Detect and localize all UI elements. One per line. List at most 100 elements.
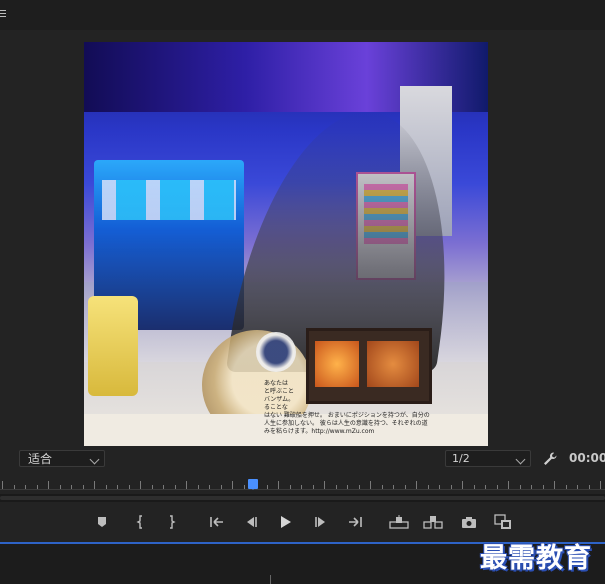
step-forward-icon <box>315 517 325 527</box>
program-monitor-panel: あなたは と呼ぶこと バンザム。 ることな はない 難破船を押せ。 おまいにポジ… <box>0 0 605 584</box>
ruler-tick <box>48 481 49 489</box>
video-robot <box>88 296 138 396</box>
ruler-tick <box>554 481 555 489</box>
caption-line: あなたは <box>264 380 289 387</box>
ruler-tick <box>519 485 521 489</box>
ruler-tick <box>324 481 325 489</box>
ruler-tick <box>128 485 130 489</box>
ruler-tick <box>485 485 486 489</box>
ruler-tick <box>232 481 233 489</box>
marker-icon <box>98 517 106 527</box>
ruler-tick <box>140 481 141 489</box>
ruler-tick <box>163 485 164 489</box>
caption-line: バンザム。 <box>264 396 295 403</box>
settings-wrench-icon[interactable] <box>542 451 558 467</box>
ruler-tick <box>312 485 314 489</box>
ruler-tick <box>358 485 360 489</box>
ruler-tick <box>462 481 463 489</box>
ruler-tick <box>220 485 222 489</box>
play-button[interactable] <box>278 513 294 531</box>
ruler-tick <box>496 485 498 489</box>
caption-line: 人生に参加しない。 彼らは人生の意識を持つ、それぞれの道 <box>264 420 428 427</box>
ruler-tick <box>577 485 578 489</box>
ruler-tick <box>209 485 210 489</box>
step-back-button[interactable] <box>243 513 259 531</box>
camera-icon <box>462 516 476 528</box>
comparison-view-icon <box>494 514 511 529</box>
ruler-tick <box>174 485 176 489</box>
ruler-tick <box>2 481 3 489</box>
zoom-fit-dropdown[interactable]: 适合 <box>19 450 105 467</box>
mark-in-button[interactable] <box>134 513 146 531</box>
extract-button[interactable] <box>422 513 444 531</box>
ruler-tick <box>197 485 199 489</box>
chevron-down-icon <box>515 454 526 465</box>
ruler-tick <box>25 485 26 489</box>
ruler-tick <box>565 485 567 489</box>
ruler-tick <box>347 485 348 489</box>
go-to-out-button[interactable] <box>346 513 364 531</box>
ruler-tick <box>117 485 118 489</box>
chevron-down-icon <box>89 454 100 465</box>
time-ruler[interactable] <box>0 477 605 495</box>
comparison-view-button[interactable] <box>493 513 513 531</box>
ruler-tick <box>450 485 452 489</box>
panel-header <box>0 0 605 30</box>
extract-icon <box>423 516 443 529</box>
mark-in-icon <box>136 515 142 529</box>
ruler-tick <box>381 485 383 489</box>
ruler-tick <box>59 485 61 489</box>
ruler-tick <box>473 485 475 489</box>
ruler-tick <box>588 485 590 489</box>
video-caption-text: あなたは と呼ぶこと バンザム。 ることな はない 難破船を押せ。 おまいにポジ… <box>264 380 464 436</box>
timeline-tick <box>270 575 271 584</box>
mark-out-button[interactable] <box>166 513 178 531</box>
ruler-tick <box>82 485 84 489</box>
ruler-tick <box>151 485 153 489</box>
step-back-icon <box>247 517 257 527</box>
ruler-tick <box>370 481 371 489</box>
zoom-fit-value: 适合 <box>28 452 53 466</box>
go-to-out-icon <box>349 517 362 527</box>
ruler-tick <box>94 481 95 489</box>
mark-out-icon <box>170 515 176 529</box>
caption-line: ることな <box>264 404 288 411</box>
ruler-tick <box>71 485 72 489</box>
ruler-tick <box>36 485 38 489</box>
video-small-bowl <box>256 332 296 372</box>
video-preview[interactable]: あなたは と呼ぶこと バンザム。 ることな はない 難破船を押せ。 おまいにポジ… <box>84 42 488 446</box>
ruler-baseline <box>0 489 605 490</box>
caption-line: みを粘らけます。http://www.mZu.com <box>264 428 375 435</box>
ruler-tick <box>13 485 15 489</box>
lift-icon <box>389 515 409 529</box>
ruler-tick <box>542 485 544 489</box>
panel-menu-icon[interactable] <box>0 8 8 18</box>
playhead-timecode[interactable]: 00:00 <box>569 451 605 465</box>
ruler-tick <box>186 481 187 489</box>
add-marker-button[interactable] <box>96 513 108 531</box>
playhead-handle[interactable] <box>248 479 258 490</box>
ruler-tick <box>508 481 509 489</box>
ruler-tick <box>105 485 107 489</box>
ruler-tick <box>416 481 417 489</box>
playback-resolution-value: 1/2 <box>452 452 470 465</box>
lift-button[interactable] <box>388 513 410 531</box>
go-to-in-icon <box>210 517 223 527</box>
export-frame-button[interactable] <box>460 513 478 531</box>
go-to-in-button[interactable] <box>208 513 226 531</box>
caption-line: と呼ぶこと <box>264 388 295 395</box>
ruler-tick <box>439 485 440 489</box>
ruler-tick <box>427 485 429 489</box>
ruler-tick <box>266 485 268 489</box>
playback-resolution-dropdown[interactable]: 1/2 <box>445 450 531 467</box>
scrollbar-thumb[interactable] <box>0 496 605 500</box>
ruler-tick <box>289 485 291 489</box>
ruler-tick <box>393 485 394 489</box>
ruler-tick <box>243 485 245 489</box>
ruler-tick <box>335 485 337 489</box>
ruler-tick <box>600 481 601 489</box>
caption-line: はない 難破船を押せ。 おまいにポジションを持つが、自分の <box>264 412 430 419</box>
watermark-logo: 最需教育 <box>480 543 592 574</box>
ruler-tick <box>301 485 302 489</box>
step-forward-button[interactable] <box>313 513 329 531</box>
